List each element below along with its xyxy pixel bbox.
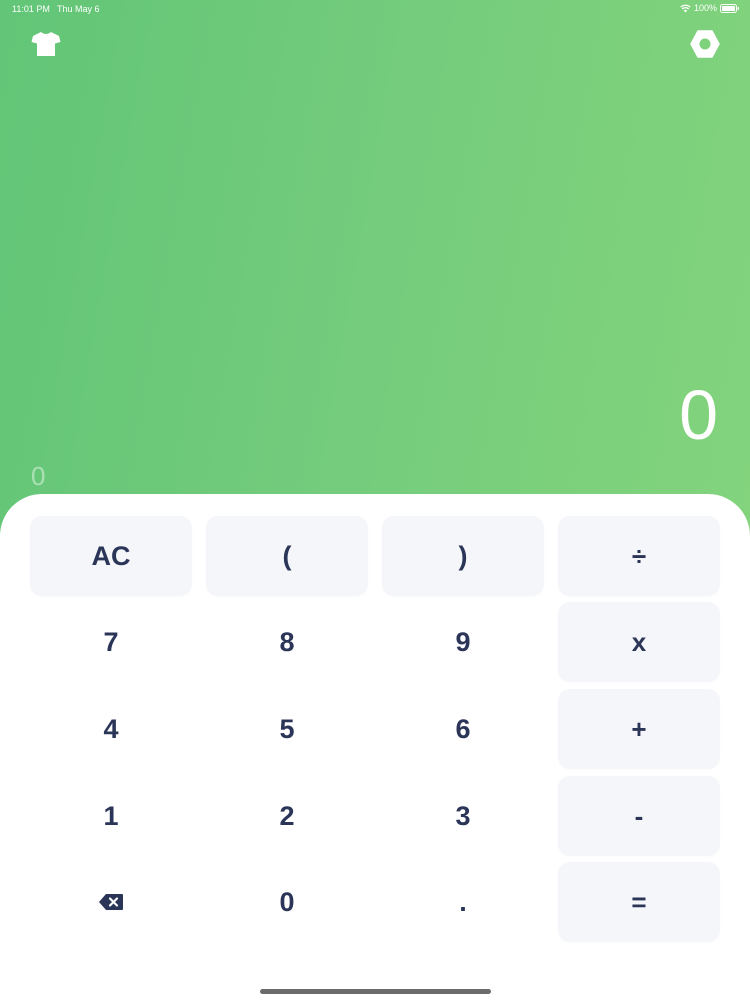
settings-button[interactable] — [690, 29, 720, 63]
digit-9-button[interactable]: 9 — [382, 602, 544, 682]
divide-button[interactable]: ÷ — [558, 516, 720, 596]
plus-button[interactable]: + — [558, 689, 720, 769]
decimal-button[interactable]: . — [382, 862, 544, 942]
wifi-icon — [680, 4, 691, 13]
digit-8-button[interactable]: 8 — [206, 602, 368, 682]
open-paren-button[interactable]: ( — [206, 516, 368, 596]
status-date: Thu May 6 — [57, 4, 100, 14]
multiply-button[interactable]: x — [558, 602, 720, 682]
clear-button[interactable]: AC — [30, 516, 192, 596]
digit-3-button[interactable]: 3 — [382, 776, 544, 856]
status-bar: 11:01 PM Thu May 6 100% — [0, 0, 750, 20]
battery-icon — [720, 3, 740, 13]
close-paren-button[interactable]: ) — [382, 516, 544, 596]
digit-0-button[interactable]: 0 — [206, 862, 368, 942]
digit-7-button[interactable]: 7 — [30, 602, 192, 682]
theme-button[interactable] — [31, 31, 61, 62]
equals-button[interactable]: = — [558, 862, 720, 942]
digit-1-button[interactable]: 1 — [30, 776, 192, 856]
backspace-button[interactable] — [30, 862, 192, 942]
digit-2-button[interactable]: 2 — [206, 776, 368, 856]
home-indicator[interactable] — [260, 989, 491, 994]
digit-5-button[interactable]: 5 — [206, 689, 368, 769]
battery-percentage: 100% — [693, 3, 717, 13]
backspace-icon — [98, 887, 124, 918]
minus-button[interactable]: - — [558, 776, 720, 856]
result-display: 0 — [679, 376, 718, 454]
status-indicators: 100% — [680, 3, 740, 13]
status-time: 11:01 PM — [12, 4, 50, 14]
digit-4-button[interactable]: 4 — [30, 689, 192, 769]
shirt-icon — [31, 31, 61, 62]
digit-6-button[interactable]: 6 — [382, 689, 544, 769]
gear-icon — [690, 29, 720, 63]
expression-display: 0 — [31, 461, 46, 491]
keypad: AC ( ) ÷ 7 8 9 x 4 5 6 + 1 2 3 - 0 . = — [0, 494, 750, 1000]
calculator-screen: 11:01 PM Thu May 6 100% 0 0 AC () ÷ 7 8… — [0, 0, 750, 1000]
